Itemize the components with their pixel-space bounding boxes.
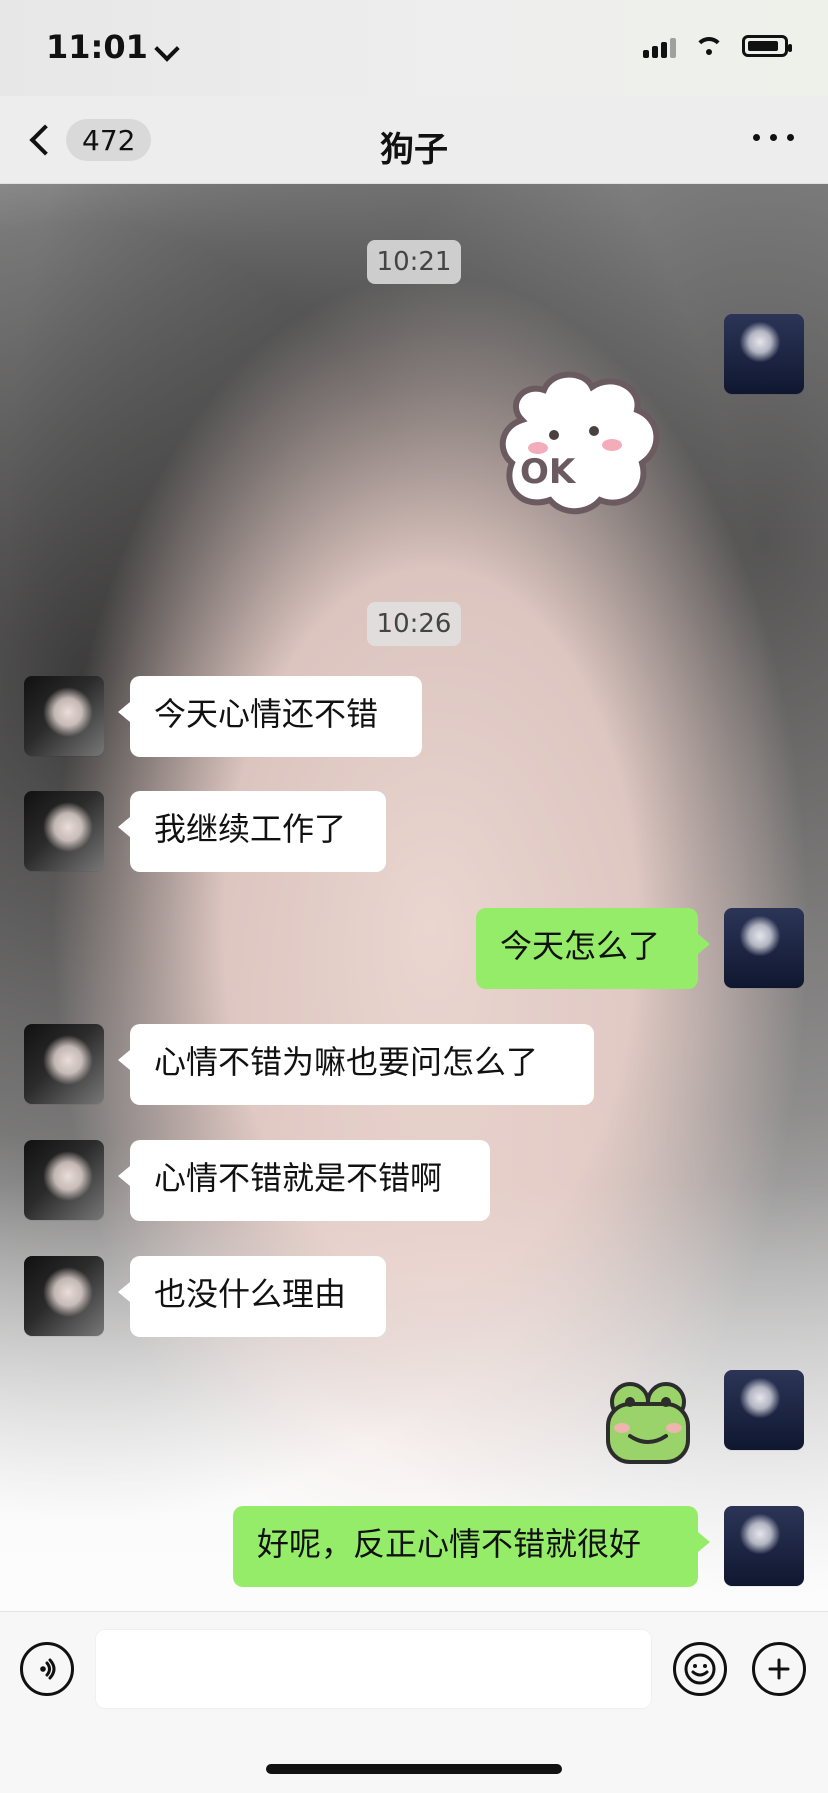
navigation-bar: 472 狗子 [0, 96, 828, 184]
status-time-text: 11:01 [46, 28, 148, 66]
more-button[interactable] [753, 134, 794, 141]
avatar-me[interactable] [724, 314, 804, 394]
battery-icon [742, 35, 792, 57]
frog-face [606, 1402, 690, 1464]
message-bubble-me[interactable]: 好呢，反正心情不错就很好 [233, 1506, 710, 1587]
voice-button[interactable] [20, 1642, 74, 1696]
avatar-other[interactable] [24, 791, 104, 871]
ok-sticker[interactable]: OK [492, 365, 667, 515]
avatar-me[interactable] [724, 908, 804, 988]
location-arrow-icon [154, 36, 180, 62]
timestamp-pill: 10:26 [366, 602, 462, 646]
emoji-eye [703, 1664, 707, 1668]
emoji-button[interactable] [673, 1642, 727, 1696]
emoji-face [684, 1653, 716, 1685]
avatar-me[interactable] [724, 1506, 804, 1586]
message-text: 心情不错就是不错啊 [154, 1159, 443, 1197]
voice-icon-dot [40, 1666, 46, 1672]
frog-eye [661, 1397, 671, 1407]
more-actions-button[interactable] [752, 1642, 806, 1696]
plus-icon [768, 1658, 790, 1680]
frog-sticker[interactable] [598, 1370, 698, 1470]
sticker-eye [549, 430, 559, 440]
message-bubble-other[interactable]: 也没什么理由 [118, 1256, 386, 1337]
signal-bar [670, 38, 676, 58]
more-dot [787, 134, 794, 141]
emoji-smile [691, 1670, 709, 1677]
sticker-blush [602, 439, 622, 451]
message-bubble-other[interactable]: 今天心情还不错 [118, 676, 422, 757]
message-text: 我继续工作了 [154, 810, 347, 848]
status-icons [643, 34, 792, 58]
battery-fill [748, 41, 778, 51]
status-bar: 11:01 [0, 0, 828, 96]
avatar-other[interactable] [24, 1256, 104, 1336]
message-bubble-other[interactable]: 我继续工作了 [118, 791, 386, 872]
message-bubble-other[interactable]: 心情不错为嘛也要问怎么了 [118, 1024, 594, 1105]
plus-icon-lines [768, 1658, 790, 1680]
voice-icon [40, 1658, 56, 1680]
avatar-other[interactable] [24, 1140, 104, 1220]
emoji-eye [693, 1664, 697, 1668]
timestamp: 10:26 [0, 602, 828, 646]
frog-blush [614, 1423, 630, 1433]
message-text: 心情不错为嘛也要问怎么了 [154, 1043, 539, 1081]
cellular-signal-icon [643, 34, 676, 58]
message-bubble-me[interactable]: 今天怎么了 [476, 908, 710, 989]
message-bubble-other[interactable]: 心情不错就是不错啊 [118, 1140, 490, 1221]
more-dot [753, 134, 760, 141]
chat-title: 狗子 [380, 130, 448, 170]
message-input[interactable] [95, 1629, 652, 1709]
message-text: 今天心情还不错 [154, 695, 379, 733]
avatar-other[interactable] [24, 676, 104, 756]
timestamp-pill: 10:21 [366, 240, 462, 284]
sticker-ok-text: OK [520, 452, 577, 492]
frog-blush [666, 1423, 682, 1433]
avatar-other[interactable] [24, 1024, 104, 1104]
emoji-icon [684, 1653, 716, 1685]
more-dot [770, 134, 777, 141]
message-text: 也没什么理由 [154, 1275, 347, 1313]
signal-bar [661, 42, 667, 58]
signal-bar [652, 46, 658, 58]
sticker-eye [589, 426, 599, 436]
home-indicator [266, 1764, 562, 1774]
message-text: 今天怎么了 [500, 927, 661, 965]
chat-background [0, 183, 828, 1611]
status-time: 11:01 [46, 28, 180, 66]
wifi-icon [694, 35, 724, 57]
signal-bar [643, 50, 649, 58]
voice-icon-wave [45, 1661, 51, 1677]
message-text: 好呢，反正心情不错就很好 [257, 1525, 642, 1563]
timestamp: 10:21 [0, 240, 828, 284]
avatar-me[interactable] [724, 1370, 804, 1450]
frog-eye [625, 1397, 635, 1407]
